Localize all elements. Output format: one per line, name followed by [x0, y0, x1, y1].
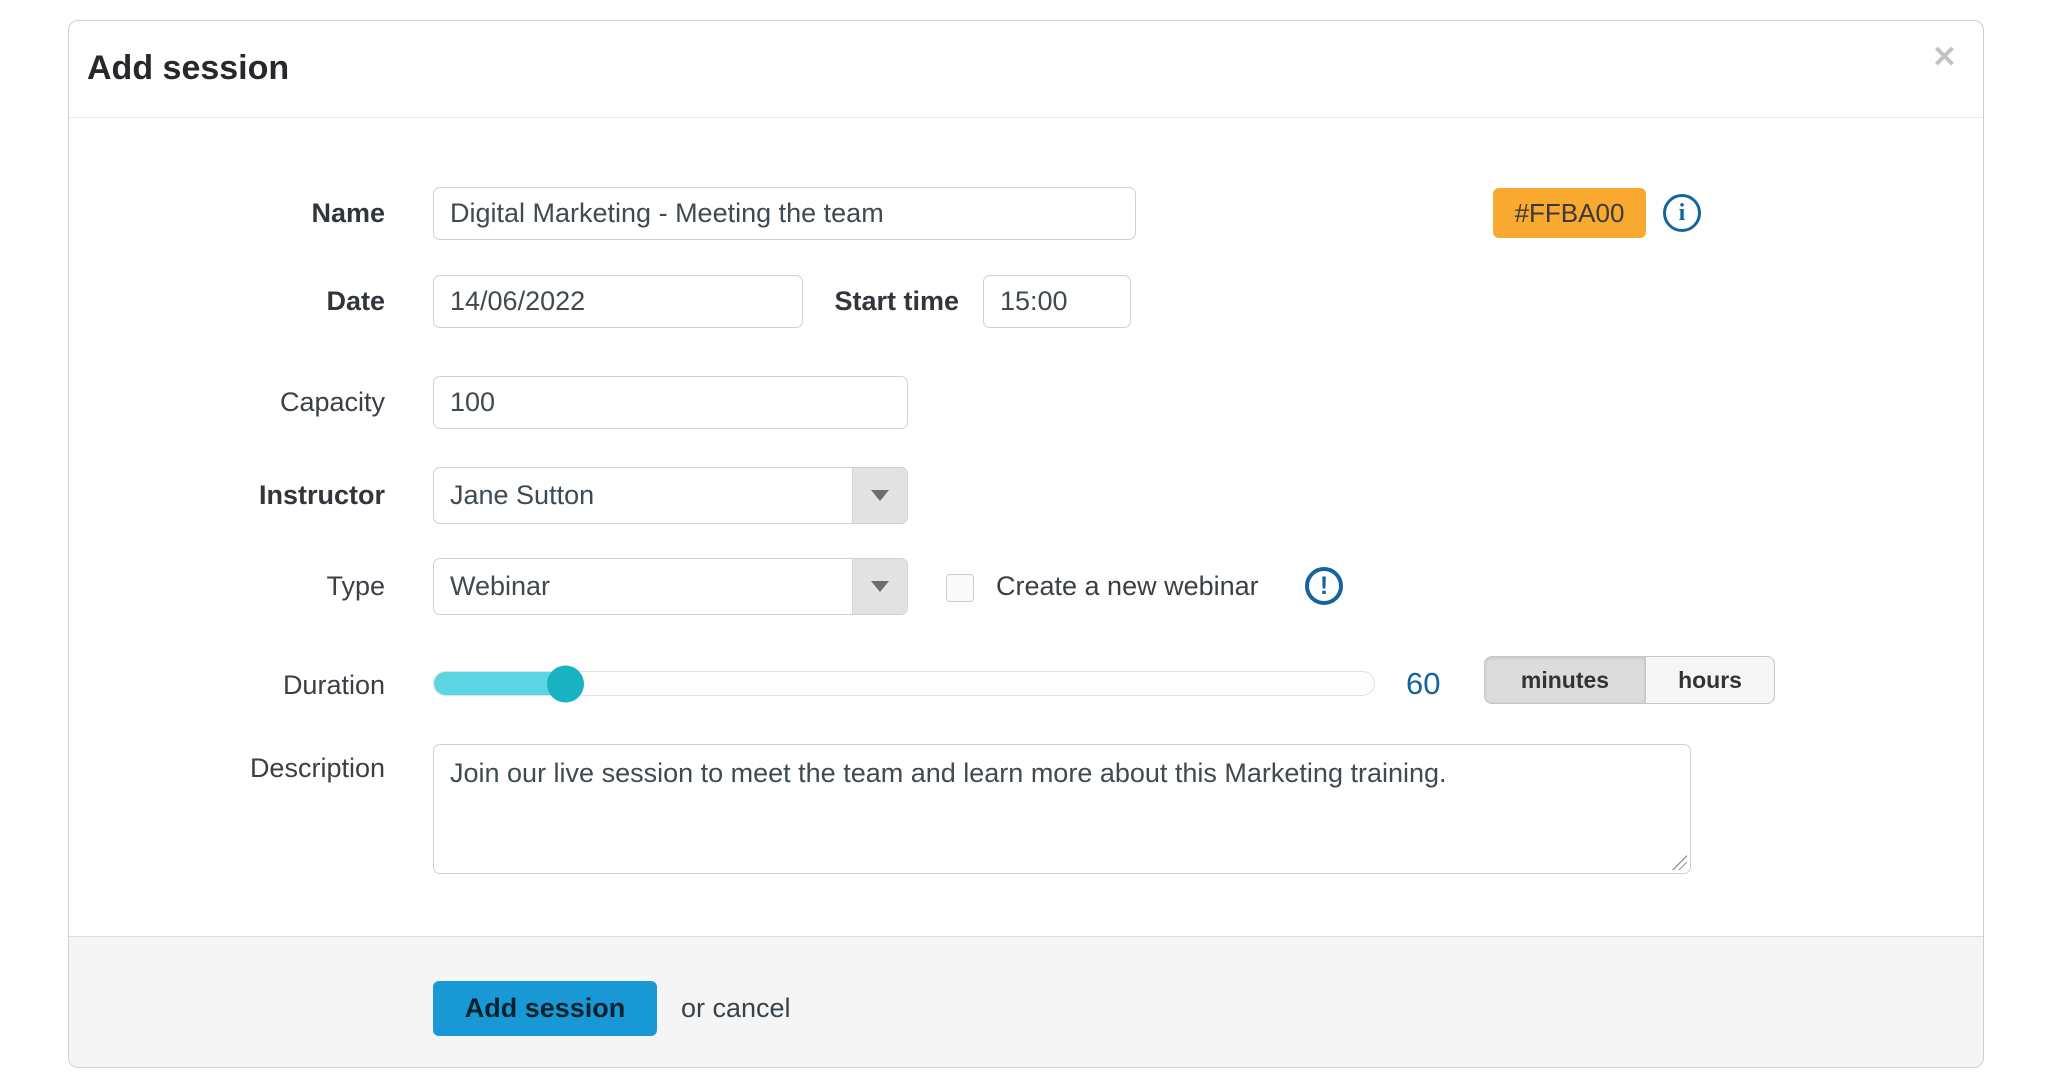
color-badge[interactable]: #FFBA00 — [1493, 188, 1646, 238]
modal-footer: Add session or cancel — [69, 936, 1983, 1067]
description-textarea[interactable]: Join our live session to meet the team a… — [433, 744, 1691, 874]
type-select-value: Webinar — [450, 571, 551, 601]
add-session-button[interactable]: Add session — [433, 981, 657, 1036]
create-webinar-checkbox[interactable] — [946, 574, 974, 602]
capacity-label: Capacity — [279, 387, 385, 417]
chevron-down-icon — [871, 581, 889, 592]
start-time-label: Start time — [834, 286, 959, 316]
start-time-input[interactable] — [983, 275, 1131, 328]
create-webinar-label[interactable]: Create a new webinar — [996, 558, 1259, 615]
description-field-wrap: Join our live session to meet the team a… — [433, 744, 1691, 874]
type-select-arrow-box[interactable] — [852, 559, 907, 614]
modal-header: Add session ✕ — [69, 21, 1983, 118]
capacity-input[interactable] — [433, 376, 908, 429]
instructor-select[interactable]: Jane Sutton — [433, 467, 908, 524]
page: Add session ✕ Name #FFBA00 i Date Start … — [0, 0, 2048, 1090]
close-icon[interactable]: ✕ — [1932, 43, 1957, 73]
description-label: Description — [249, 753, 385, 783]
instructor-select-arrow-box[interactable] — [852, 468, 907, 523]
hours-button[interactable]: hours — [1645, 656, 1775, 704]
resize-handle-icon[interactable] — [1671, 854, 1687, 870]
modal-title: Add session — [87, 49, 290, 87]
duration-slider[interactable] — [433, 665, 1375, 702]
name-label: Name — [311, 198, 385, 228]
duration-unit-toggle: minutes hours — [1484, 656, 1775, 704]
alert-icon[interactable]: ! — [1305, 567, 1343, 605]
instructor-select-value: Jane Sutton — [450, 480, 595, 510]
add-session-modal: Add session ✕ Name #FFBA00 i Date Start … — [68, 20, 1984, 1068]
duration-value: 60 — [1406, 666, 1441, 701]
duration-slider-handle[interactable] — [546, 665, 584, 702]
duration-label: Duration — [282, 670, 385, 700]
chevron-down-icon — [871, 490, 889, 501]
minutes-button[interactable]: minutes — [1484, 656, 1645, 704]
duration-slider-fill — [434, 665, 584, 702]
cancel-link[interactable]: or cancel — [681, 981, 791, 1036]
modal-body: Name #FFBA00 i Date Start time Capacity … — [69, 118, 1983, 936]
info-icon[interactable]: i — [1663, 194, 1701, 232]
type-label: Type — [326, 571, 385, 601]
instructor-label: Instructor — [258, 480, 385, 510]
date-label: Date — [326, 286, 385, 316]
type-select[interactable]: Webinar — [433, 558, 908, 615]
name-input[interactable] — [433, 187, 1136, 240]
